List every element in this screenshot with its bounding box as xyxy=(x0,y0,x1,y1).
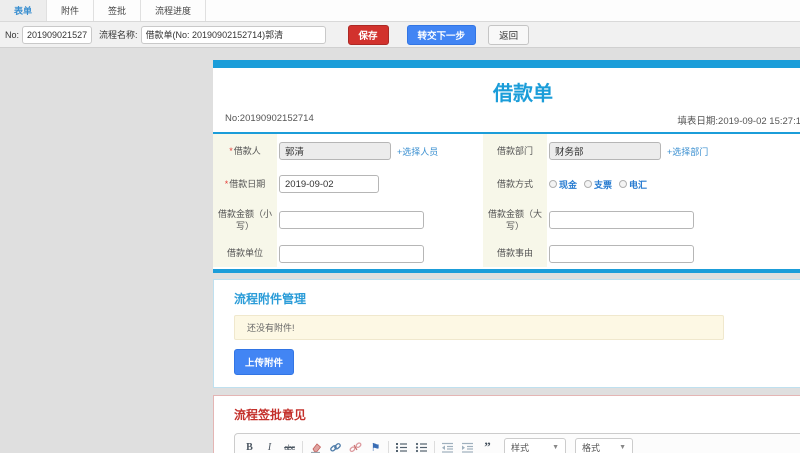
borrower-input[interactable] xyxy=(279,142,391,160)
tab-approval[interactable]: 签批 xyxy=(94,0,142,21)
radio-option-cash[interactable]: 现金 xyxy=(549,178,577,191)
forward-next-step-button[interactable]: 转交下一步 xyxy=(406,24,477,45)
required-mark: * xyxy=(224,178,229,189)
style-dropdown[interactable]: 样式 ▼ xyxy=(504,438,566,453)
loan-date-field xyxy=(277,168,483,200)
unordered-list-icon[interactable] xyxy=(414,440,429,453)
link-icon[interactable] xyxy=(328,440,343,453)
ordered-list-icon[interactable] xyxy=(394,440,409,453)
attachments-panel: 流程附件管理 还没有附件! 上传附件 xyxy=(213,279,800,388)
indent-icon[interactable] xyxy=(460,440,475,453)
strikethrough-icon[interactable]: abc xyxy=(282,440,297,453)
form-doc-no: No:20190902152714 xyxy=(225,113,314,124)
screen: 表单 附件 签批 流程进度 No: 流程名称: 保存 转交下一步 返回 借款单 … xyxy=(0,0,800,453)
loan-date-label: *借款日期 xyxy=(213,168,277,200)
amount-lower-field xyxy=(277,200,483,240)
form-top-bar xyxy=(213,60,800,68)
department-label: 借款部门 xyxy=(483,134,547,168)
outdent-icon[interactable] xyxy=(440,440,455,453)
toolbar-separator xyxy=(302,440,303,453)
borrower-label: *借款人 xyxy=(213,134,277,168)
amount-upper-label: 借款金额（大写） xyxy=(483,200,547,240)
process-name-label: 流程名称: xyxy=(99,30,138,40)
radio-icon[interactable] xyxy=(619,180,628,188)
form-meta-row: No:20190902152714 填表日期:2019-09-02 15:27:… xyxy=(213,111,800,132)
radio-icon[interactable] xyxy=(584,180,593,188)
tab-process-progress[interactable]: 流程进度 xyxy=(141,0,207,21)
no-input[interactable] xyxy=(22,25,93,44)
form-bottom-bar xyxy=(213,269,800,273)
italic-icon[interactable]: I xyxy=(262,440,277,453)
content-area: 借款单 No:20190902152714 填表日期:2019-09-02 15… xyxy=(0,60,800,453)
rich-text-editor: B I abc ⚑ ” 样式 ▼ 格式 ▼ xyxy=(234,433,800,453)
blockquote-icon[interactable]: ” xyxy=(480,439,495,453)
required-mark: * xyxy=(229,145,233,156)
approval-panel: 流程签批意见 B I abc ⚑ ” 样式 ▼ 格式 ▼ xyxy=(213,395,800,453)
approval-title: 流程签批意见 xyxy=(234,408,307,422)
tab-attachments[interactable]: 附件 xyxy=(47,0,95,21)
loan-reason-label: 借款事由 xyxy=(483,240,547,267)
toolbar-separator xyxy=(434,440,435,453)
radio-option-wire[interactable]: 电汇 xyxy=(619,178,647,191)
loan-unit-input[interactable] xyxy=(279,244,424,263)
loan-method-field: 现金 支票 电汇 xyxy=(547,168,800,200)
loan-form-grid: *借款人 +选择人员 借款部门 +选择部门 *借款日期 xyxy=(213,134,800,267)
chevron-down-icon: ▼ xyxy=(552,443,559,451)
department-field: +选择部门 xyxy=(547,134,800,168)
loan-method-label: 借款方式 xyxy=(483,168,547,200)
amount-lower-label: 借款金额（小写） xyxy=(213,200,277,240)
back-button[interactable]: 返回 xyxy=(488,24,530,45)
toolbar: No: 流程名称: 保存 转交下一步 返回 xyxy=(0,22,800,48)
form-title: 借款单 xyxy=(493,83,553,105)
form-fill-date: 填表日期:2019-09-02 15:27:1 xyxy=(677,116,800,127)
radio-option-cheque[interactable]: 支票 xyxy=(584,178,612,191)
borrower-field: +选择人员 xyxy=(277,134,483,168)
chevron-down-icon: ▼ xyxy=(619,443,626,451)
department-input[interactable] xyxy=(549,142,661,160)
editor-toolbar: B I abc ⚑ ” 样式 ▼ 格式 ▼ xyxy=(235,434,800,453)
format-dropdown[interactable]: 格式 ▼ xyxy=(575,438,633,453)
loan-date-input[interactable] xyxy=(279,175,379,193)
tab-bar: 表单 附件 签批 流程进度 xyxy=(0,0,800,22)
upload-attachment-button[interactable]: 上传附件 xyxy=(234,349,295,375)
unlink-icon[interactable] xyxy=(348,440,363,453)
select-department-link[interactable]: +选择部门 xyxy=(667,145,708,158)
flag-anchor-icon[interactable]: ⚑ xyxy=(368,440,383,453)
attachments-title: 流程附件管理 xyxy=(234,292,307,306)
no-label: No: xyxy=(5,29,20,40)
loan-reason-field xyxy=(547,240,800,267)
amount-lower-input[interactable] xyxy=(279,211,424,229)
bold-icon[interactable]: B xyxy=(242,440,257,453)
amount-upper-field xyxy=(547,200,800,240)
no-attachments-alert: 还没有附件! xyxy=(234,315,724,340)
tab-form[interactable]: 表单 xyxy=(0,0,48,21)
loan-reason-input[interactable] xyxy=(549,244,694,263)
process-name-input[interactable] xyxy=(140,25,326,44)
select-person-link[interactable]: +选择人员 xyxy=(397,145,438,158)
loan-form-panel: 借款单 No:20190902152714 填表日期:2019-09-02 15… xyxy=(213,60,800,273)
amount-upper-input[interactable] xyxy=(549,211,694,229)
radio-icon[interactable] xyxy=(549,180,557,188)
loan-unit-label: 借款单位 xyxy=(213,240,277,267)
remove-format-eraser-icon[interactable] xyxy=(308,440,323,453)
save-button[interactable]: 保存 xyxy=(347,24,389,45)
toolbar-separator xyxy=(388,440,389,453)
loan-unit-field xyxy=(277,240,483,267)
